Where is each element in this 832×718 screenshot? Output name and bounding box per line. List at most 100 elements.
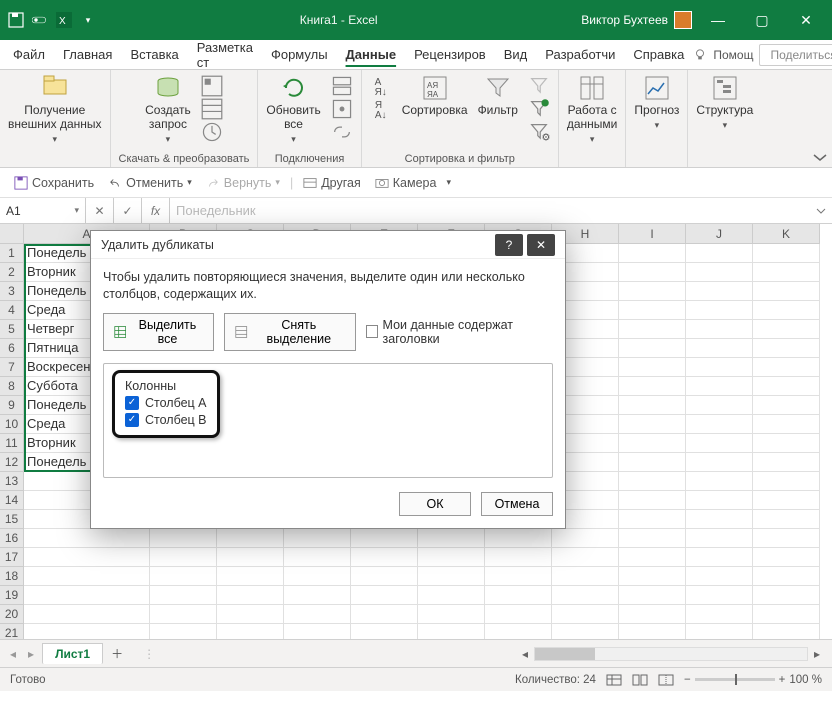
row-header[interactable]: 1	[0, 244, 24, 263]
cancel-button[interactable]: Отмена	[481, 492, 553, 516]
cell[interactable]	[753, 263, 820, 282]
fx-icon[interactable]: fx	[142, 198, 170, 223]
cell[interactable]	[619, 396, 686, 415]
connections-icon[interactable]	[331, 76, 353, 96]
cell[interactable]	[150, 624, 217, 639]
cell[interactable]	[24, 567, 150, 586]
cell[interactable]	[686, 624, 753, 639]
cell[interactable]	[753, 358, 820, 377]
horizontal-scrollbar[interactable]: ◂ ▸	[516, 646, 826, 662]
sheet-tab-1[interactable]: Лист1	[42, 643, 103, 664]
confirm-edit-icon[interactable]: ✓	[114, 198, 142, 223]
share-button[interactable]: Поделиться	[759, 44, 832, 66]
row-header[interactable]: 10	[0, 415, 24, 434]
cell[interactable]	[351, 548, 418, 567]
sort-za-icon[interactable]: ЯА↓	[370, 101, 392, 121]
tab-layout[interactable]: Разметка ст	[188, 36, 262, 74]
tab-developer[interactable]: Разработчи	[536, 43, 624, 66]
cell[interactable]	[351, 624, 418, 639]
cancel-edit-icon[interactable]: ✕	[86, 198, 114, 223]
row-header[interactable]: 20	[0, 605, 24, 624]
qat-other-button[interactable]: Другая	[299, 174, 365, 192]
cell[interactable]	[753, 548, 820, 567]
cell[interactable]	[686, 472, 753, 491]
row-header[interactable]: 2	[0, 263, 24, 282]
qat-redo-button[interactable]: Вернуть▾	[202, 174, 284, 192]
column-a-checkbox[interactable]: ✓Столбец A	[125, 396, 207, 410]
tab-nav-first-icon[interactable]: ◂	[6, 647, 20, 661]
row-header[interactable]: 11	[0, 434, 24, 453]
cell[interactable]	[619, 263, 686, 282]
cell[interactable]	[351, 529, 418, 548]
cell[interactable]	[686, 415, 753, 434]
cell[interactable]	[24, 548, 150, 567]
tellme-label[interactable]: Помощ	[713, 48, 753, 62]
cell[interactable]	[686, 567, 753, 586]
collapse-ribbon-icon[interactable]	[808, 70, 832, 167]
cell[interactable]	[619, 415, 686, 434]
cell[interactable]	[418, 586, 485, 605]
tab-view[interactable]: Вид	[495, 43, 537, 66]
cell[interactable]	[150, 529, 217, 548]
cell[interactable]	[619, 472, 686, 491]
cell[interactable]	[485, 567, 552, 586]
cell[interactable]	[753, 605, 820, 624]
tab-file[interactable]: Файл	[4, 43, 54, 66]
cell[interactable]	[485, 548, 552, 567]
cell[interactable]	[753, 320, 820, 339]
cell[interactable]	[217, 548, 284, 567]
qat-more-icon[interactable]: ▾	[446, 177, 451, 188]
tab-insert[interactable]: Вставка	[121, 43, 187, 66]
clear-filter-icon[interactable]	[528, 76, 550, 96]
cell[interactable]	[686, 453, 753, 472]
sort-button[interactable]: АЯЯА Сортировка	[402, 74, 468, 118]
dialog-titlebar[interactable]: Удалить дубликаты ? ✕	[91, 231, 565, 259]
cell[interactable]	[418, 567, 485, 586]
cell[interactable]	[753, 244, 820, 263]
cell[interactable]	[351, 567, 418, 586]
qat-dropdown-icon[interactable]: ▾	[80, 12, 96, 28]
cell[interactable]	[217, 624, 284, 639]
ok-button[interactable]: ОК	[399, 492, 471, 516]
view-layout-icon[interactable]	[632, 674, 648, 686]
cell[interactable]	[686, 244, 753, 263]
cell[interactable]	[686, 529, 753, 548]
col-header-J[interactable]: J	[686, 224, 753, 244]
cell[interactable]	[552, 605, 619, 624]
cell[interactable]	[753, 453, 820, 472]
cell[interactable]	[686, 320, 753, 339]
forecast-button[interactable]: Прогноз▾	[634, 74, 679, 131]
cell[interactable]	[284, 548, 351, 567]
col-header-K[interactable]: K	[753, 224, 820, 244]
cell[interactable]	[284, 567, 351, 586]
cell[interactable]	[753, 396, 820, 415]
dialog-close-button[interactable]: ✕	[527, 234, 555, 256]
hscroll-thumb[interactable]	[535, 648, 595, 660]
cell[interactable]	[150, 548, 217, 567]
cell[interactable]	[753, 472, 820, 491]
cell[interactable]	[686, 434, 753, 453]
cell[interactable]	[686, 377, 753, 396]
cell[interactable]	[686, 510, 753, 529]
row-header[interactable]: 12	[0, 453, 24, 472]
cell[interactable]	[686, 339, 753, 358]
formula-input[interactable]: Понедельник	[170, 198, 810, 223]
cell[interactable]	[24, 605, 150, 624]
cell[interactable]	[753, 491, 820, 510]
refresh-all-button[interactable]: Обновить все▾	[266, 74, 320, 145]
cell[interactable]	[753, 415, 820, 434]
cell[interactable]	[753, 586, 820, 605]
cell[interactable]	[619, 510, 686, 529]
row-header[interactable]: 5	[0, 320, 24, 339]
tab-nav-last-icon[interactable]: ▸	[24, 647, 38, 661]
cell[interactable]	[24, 529, 150, 548]
cell[interactable]	[485, 624, 552, 639]
cell[interactable]	[552, 624, 619, 639]
cell[interactable]	[485, 605, 552, 624]
cell[interactable]	[217, 586, 284, 605]
cell[interactable]	[686, 491, 753, 510]
cell[interactable]	[150, 605, 217, 624]
tab-formulas[interactable]: Формулы	[262, 43, 337, 66]
row-header[interactable]: 9	[0, 396, 24, 415]
cell[interactable]	[619, 282, 686, 301]
